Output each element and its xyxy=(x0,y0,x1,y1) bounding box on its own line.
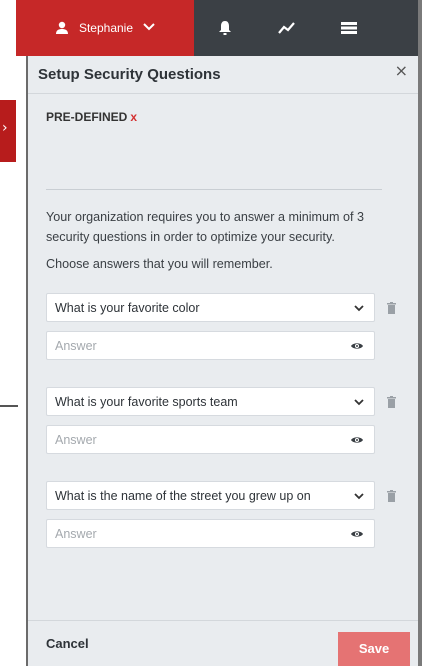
answer-placeholder: Answer xyxy=(55,338,97,353)
chevron-down-icon xyxy=(354,398,364,406)
description-text: Your organization requires you to answer… xyxy=(46,210,365,244)
question-select[interactable]: What is the name of the street you grew … xyxy=(46,481,375,510)
question-block: What is the name of the street you grew … xyxy=(46,481,406,548)
answer-input[interactable]: Answer xyxy=(46,331,375,360)
chevron-down-icon xyxy=(354,304,364,312)
eye-icon[interactable] xyxy=(350,341,364,351)
trash-icon[interactable] xyxy=(387,395,396,408)
answer-input[interactable]: Answer xyxy=(46,425,375,454)
user-name: Stephanie xyxy=(78,21,134,35)
chevron-down-icon xyxy=(354,492,364,500)
question-select[interactable]: What is your favorite color xyxy=(46,293,375,322)
modal-title: Setup Security Questions xyxy=(38,66,221,83)
divider xyxy=(46,189,382,190)
security-questions-modal: Setup Security Questions × PRE-DEFINED x … xyxy=(26,56,418,666)
user-menu-button[interactable]: Stephanie xyxy=(16,0,194,56)
list-button[interactable] xyxy=(318,0,380,56)
modal-header: Setup Security Questions × xyxy=(28,56,418,94)
close-icon[interactable]: × xyxy=(395,61,408,80)
modal-footer: Cancel Save xyxy=(28,620,418,666)
predefined-text: PRE-DEFINED xyxy=(46,110,128,124)
chevron-right-icon: › xyxy=(2,120,8,136)
question-select-value: What is your favorite color xyxy=(55,300,200,315)
eye-icon[interactable] xyxy=(350,435,364,445)
activity-icon xyxy=(278,21,296,35)
answer-input[interactable]: Answer xyxy=(46,519,375,548)
modal-content: PRE-DEFINED x Your organization requires … xyxy=(28,110,418,271)
person-icon xyxy=(55,21,69,35)
background-divider xyxy=(0,405,18,407)
predefined-remove-button[interactable]: x xyxy=(130,110,137,124)
save-button[interactable]: Save xyxy=(338,631,410,666)
answer-placeholder: Answer xyxy=(55,526,97,541)
list-icon xyxy=(341,22,357,34)
cancel-button[interactable]: Cancel xyxy=(46,636,89,651)
bell-icon xyxy=(218,20,232,36)
top-navigation-bar: Stephanie xyxy=(16,0,418,56)
background-tab: › xyxy=(0,100,16,162)
instruction-text: Choose answers that you will remember. xyxy=(46,257,273,271)
question-select-value: What is your favorite sports team xyxy=(55,394,238,409)
question-select-value: What is the name of the street you grew … xyxy=(55,488,311,503)
notifications-button[interactable] xyxy=(194,0,256,56)
answer-placeholder: Answer xyxy=(55,432,97,447)
question-block: What is your favorite sports team Answer xyxy=(46,387,406,454)
activity-button[interactable] xyxy=(256,0,318,56)
question-select[interactable]: What is your favorite sports team xyxy=(46,387,375,416)
scrollbar[interactable] xyxy=(418,0,422,666)
question-block: What is your favorite color Answer xyxy=(46,293,406,360)
predefined-label: PRE-DEFINED x xyxy=(46,110,400,124)
trash-icon[interactable] xyxy=(387,301,396,314)
eye-icon[interactable] xyxy=(350,529,364,539)
trash-icon[interactable] xyxy=(387,489,396,502)
chevron-down-icon xyxy=(143,21,155,35)
